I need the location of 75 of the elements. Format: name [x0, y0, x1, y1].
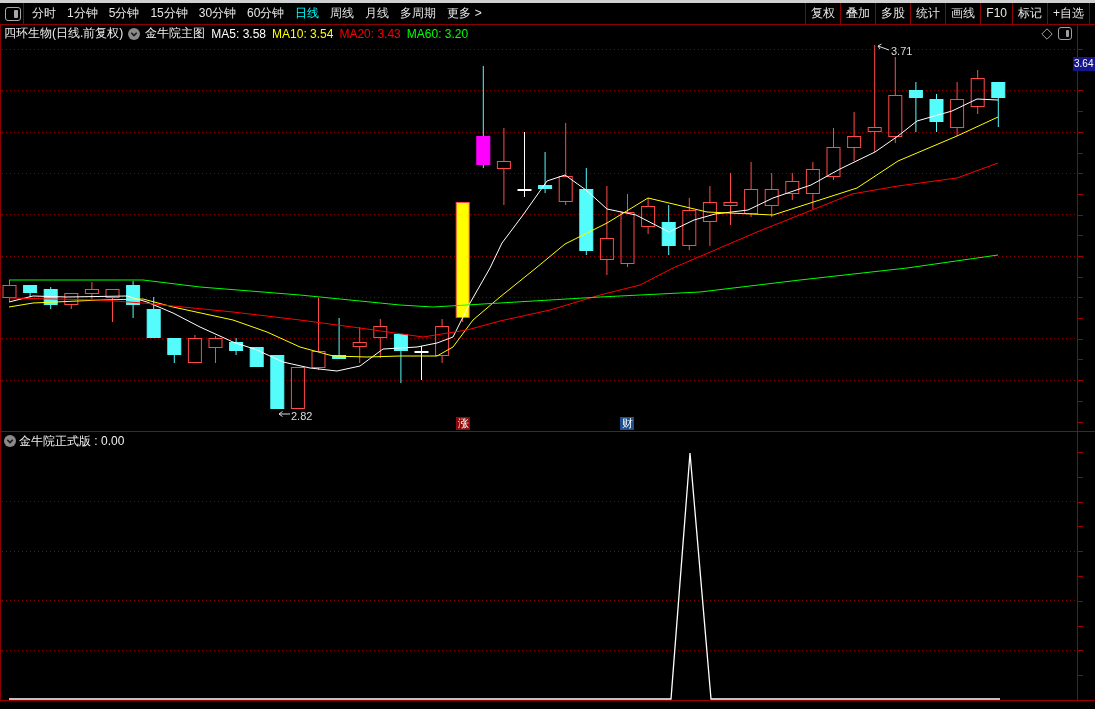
candlestick: [84, 281, 99, 300]
panel-toggle-icon[interactable]: [4, 6, 21, 21]
candlestick: [641, 197, 656, 235]
candlestick: [290, 367, 305, 409]
candlestick: [23, 285, 38, 298]
candlestick: [847, 111, 862, 162]
toolbar-button[interactable]: 标记: [1012, 3, 1047, 24]
toolbar-button[interactable]: 叠加: [840, 3, 876, 24]
period-tab[interactable]: 分时: [27, 3, 61, 24]
candlestick: [723, 172, 738, 226]
period-tab[interactable]: 多周期: [395, 3, 442, 24]
candlestick: [64, 293, 79, 310]
toolbar-button[interactable]: 统计: [910, 3, 946, 24]
indicator-title: 金牛院正式版 : 0.00: [19, 432, 125, 450]
candlestick: [538, 151, 553, 194]
candlestick: [43, 286, 58, 310]
candlestick: [2, 279, 17, 302]
event-badge[interactable]: 财: [620, 417, 634, 430]
candlestick: [105, 289, 120, 323]
candlestick: [764, 172, 779, 218]
period-tab[interactable]: 5分钟: [103, 3, 145, 24]
candlestick: [929, 93, 944, 133]
candlestick: [785, 172, 800, 201]
candlestick: [373, 318, 388, 359]
candlestick: [435, 318, 450, 364]
panel-toggle-icon[interactable]: [1058, 27, 1072, 40]
candlestick: [517, 131, 532, 198]
diamond-icon[interactable]: [1041, 27, 1053, 40]
candlestick: [414, 345, 429, 381]
candlestick: [702, 185, 717, 247]
toolbar-button[interactable]: +自选: [1047, 3, 1090, 24]
moving-average-value: MA20: 3.43: [339, 26, 401, 41]
current-price-tag: 3.64: [1073, 57, 1095, 71]
candlestick: [187, 334, 202, 363]
candlestick: [332, 317, 347, 359]
period-tab[interactable]: 月线: [360, 3, 395, 24]
candlestick: [682, 197, 697, 251]
moving-average-value: MA60: 3.20: [406, 26, 469, 41]
candlestick: [352, 326, 367, 364]
toolbar-button[interactable]: 多股: [875, 3, 911, 24]
candlestick: [661, 204, 676, 256]
candlestick: [744, 161, 759, 218]
candlestick: [970, 69, 985, 115]
moving-average-value: MA5: 3.58: [211, 26, 267, 41]
candlestick: [826, 127, 841, 181]
period-tab[interactable]: 1分钟: [62, 3, 103, 24]
candlestick: [126, 280, 141, 319]
candlestick: [270, 355, 285, 409]
toolbar-button[interactable]: 画线: [945, 3, 981, 24]
period-tab[interactable]: 周线: [325, 3, 360, 24]
candlestick: [229, 337, 244, 356]
indicator-name: 金牛院主图: [145, 25, 206, 42]
period-tab[interactable]: 60分钟: [242, 3, 290, 24]
toolbar-button[interactable]: F10: [980, 3, 1012, 24]
candlestick: [249, 347, 264, 367]
period-tab[interactable]: 15分钟: [145, 3, 193, 24]
candlestick: [950, 81, 965, 137]
dropdown-icon[interactable]: [4, 435, 16, 447]
candlestick: [167, 338, 182, 364]
candlestick: [393, 334, 408, 384]
period-tab[interactable]: 日线: [290, 3, 325, 24]
candlestick: [208, 335, 223, 364]
event-badge[interactable]: 涨: [456, 417, 470, 430]
period-tab[interactable]: 30分钟: [193, 3, 242, 24]
candlestick: [805, 161, 820, 210]
moving-average-value: MA10: 3.54: [272, 26, 334, 41]
candlestick: [908, 81, 923, 133]
stock-title: 四环生物(日线.前复权): [4, 25, 124, 42]
candlestick: [146, 296, 161, 338]
toolbar-button[interactable]: 复权: [805, 3, 841, 24]
candlestick: [991, 82, 1006, 128]
period-tab[interactable]: 更多 >: [442, 3, 487, 24]
low-price-label: 2.82: [278, 410, 313, 422]
dropdown-icon[interactable]: [128, 27, 141, 40]
high-price-label: 3.71: [877, 43, 913, 57]
